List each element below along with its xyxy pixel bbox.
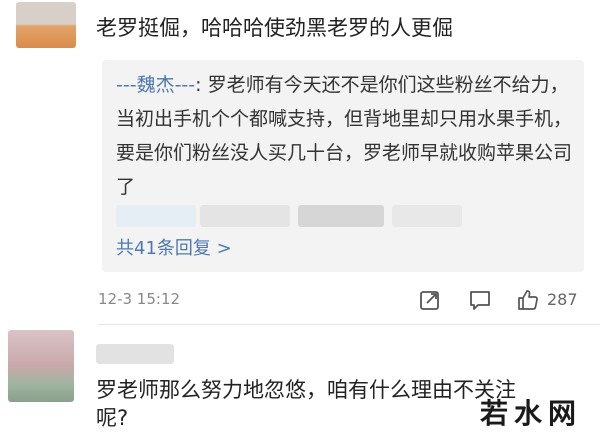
divider [98,324,600,325]
avatar[interactable] [16,2,76,48]
watermark: 若水网 [480,397,583,430]
share-icon[interactable] [418,288,442,312]
more-replies-label: 共41条回复 [116,238,211,259]
reply-author-link[interactable]: ---魏杰--- [116,74,195,96]
thumbs-up-icon[interactable] [516,288,540,312]
chevron-right-icon: > [216,238,232,259]
comment-text: 老罗挺倔，哈哈哈使劲黑老罗的人更倔 [96,16,453,40]
comment-meta: 12-3 15:12 287 [98,286,588,314]
blurred-reply-text [298,205,384,227]
like-count: 287 [547,290,578,309]
reply-separator: : [195,74,208,96]
blurred-username [96,344,174,364]
blurred-reply-name [116,205,196,227]
comment-text: 罗老师那么努力地忽悠，咱有什么理由不关注呢? [96,378,516,430]
reply-box: ---魏杰---: 罗老师有今天还不是你们这些粉丝不给力，当初出手机个个都喊支持… [102,60,584,272]
more-replies-link[interactable]: 共41条回复 > [116,235,232,263]
avatar[interactable] [8,330,74,402]
timestamp: 12-3 15:12 [98,290,181,308]
blurred-reply-text [392,205,462,227]
reply-content: ---魏杰---: 罗老师有今天还不是你们这些粉丝不给力，当初出手机个个都喊支持… [116,68,576,204]
comment-icon[interactable] [468,288,492,312]
blurred-reply-name [200,205,290,227]
